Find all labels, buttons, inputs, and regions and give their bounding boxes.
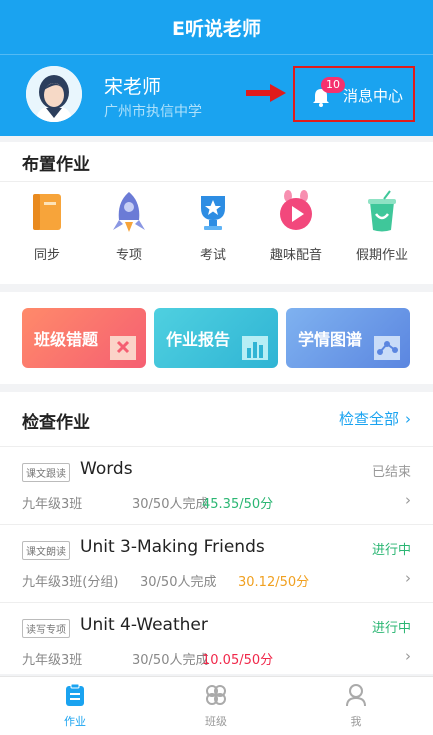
tab-label: 作业 xyxy=(64,715,86,728)
chevron-right-icon: › xyxy=(405,491,411,509)
assign-item-label: 趣味配音 xyxy=(269,248,322,263)
wrong-answers-icon xyxy=(110,336,136,360)
homework-type-tag: 读写专项 xyxy=(22,619,70,638)
section-title: 布置作业 xyxy=(22,155,90,175)
check-homework-section: 检查作业 检查全部 › 课文跟读 Words 已结束 九年级3班 30/50人完成… xyxy=(0,392,433,674)
homework-row[interactable]: 读写专项 Unit 4-Weather 进行中 九年级3班 30/50人完成 1… xyxy=(0,602,433,680)
homework-class: 九年级3班 xyxy=(22,653,83,668)
assign-item-label: 考试 xyxy=(199,248,226,263)
assign-item-label: 假期作业 xyxy=(355,248,408,263)
homework-type-tag: 课文跟读 xyxy=(22,463,70,482)
drink-icon xyxy=(368,190,396,232)
tab-homework[interactable]: 作业 xyxy=(35,681,115,733)
profile-icon xyxy=(346,684,366,707)
assign-item-holiday[interactable]: 假期作业 xyxy=(342,190,422,270)
view-all-label: 检查全部 xyxy=(338,410,399,428)
homework-title: Unit 3-Making Friends xyxy=(80,537,265,557)
homework-completion: 30/50人完成 xyxy=(132,497,209,512)
section-title: 检查作业 xyxy=(22,413,90,433)
tile-label: 学情图谱 xyxy=(298,330,363,349)
app-title: E听说老师 xyxy=(172,18,261,40)
tile-class-wrong-answers[interactable]: 班级错题 xyxy=(22,308,146,368)
tab-class[interactable]: 班级 xyxy=(176,681,256,733)
header: E听说老师 宋老师 广州市执信中学 10 消息中心 xyxy=(0,0,433,136)
tile-homework-report[interactable]: 作业报告 xyxy=(154,308,278,368)
book-icon xyxy=(33,194,61,230)
homework-class: 九年级3班 xyxy=(22,497,83,512)
homework-icon xyxy=(66,683,84,706)
report-chart-icon xyxy=(242,336,268,360)
play-icon xyxy=(280,190,312,230)
assign-item-dubbing[interactable]: 趣味配音 xyxy=(256,190,336,270)
graph-icon xyxy=(374,336,400,360)
message-center-button[interactable]: 10 消息中心 xyxy=(293,66,415,122)
message-count-badge: 10 xyxy=(321,77,345,93)
bottom-tab-bar: 作业 班级 我 xyxy=(0,676,433,735)
homework-row[interactable]: 课文跟读 Words 已结束 九年级3班 30/50人完成 45.35/50分 … xyxy=(0,446,433,524)
assign-item-label: 同步 xyxy=(33,248,60,263)
rocket-icon xyxy=(113,192,145,232)
tab-label: 班级 xyxy=(205,715,227,728)
homework-type-tag: 课文朗读 xyxy=(22,541,70,560)
assign-item-special[interactable]: 专项 xyxy=(89,190,169,270)
homework-status: 进行中 xyxy=(371,621,411,636)
teacher-avatar-icon xyxy=(26,66,82,122)
school-name: 广州市执信中学 xyxy=(104,104,202,120)
tab-label: 我 xyxy=(350,715,362,728)
header-divider xyxy=(0,54,433,55)
homework-score: 30.12/50分 xyxy=(238,575,310,590)
homework-title: Unit 4-Weather xyxy=(80,615,208,635)
chevron-right-icon: › xyxy=(405,569,411,587)
homework-row[interactable]: 课文朗读 Unit 3-Making Friends 进行中 九年级3班(分组)… xyxy=(0,524,433,602)
assign-homework-section: 布置作业 同步 专项 考试 趣味配音 假期作业 xyxy=(0,142,433,284)
tile-learning-graph[interactable]: 学情图谱 xyxy=(286,308,410,368)
tile-label: 作业报告 xyxy=(166,330,231,349)
divider xyxy=(0,181,433,182)
homework-score: 10.05/50分 xyxy=(202,653,274,668)
homework-class: 九年级3班(分组) xyxy=(22,575,119,590)
chevron-right-icon: › xyxy=(405,410,411,428)
chevron-right-icon: › xyxy=(405,647,411,665)
avatar[interactable] xyxy=(26,66,82,122)
assign-item-exam[interactable]: 考试 xyxy=(173,190,253,270)
homework-status: 进行中 xyxy=(371,543,411,558)
assign-item-sync[interactable]: 同步 xyxy=(7,190,87,270)
homework-title: Words xyxy=(80,459,133,479)
assign-item-label: 专项 xyxy=(115,248,142,263)
tile-label: 班级错题 xyxy=(34,330,99,349)
view-all-link[interactable]: 检查全部 › xyxy=(339,408,411,429)
teacher-name: 宋老师 xyxy=(104,76,162,98)
homework-status: 已结束 xyxy=(371,465,411,480)
tab-me[interactable]: 我 xyxy=(316,681,396,733)
homework-score: 45.35/50分 xyxy=(202,497,274,512)
feature-tiles: 班级错题 作业报告 学情图谱 xyxy=(0,292,433,384)
arrow-right-icon xyxy=(246,84,286,102)
message-center-label: 消息中心 xyxy=(343,87,404,105)
class-icon xyxy=(206,685,226,705)
homework-completion: 30/50人完成 xyxy=(132,653,209,668)
trophy-icon xyxy=(201,196,225,230)
homework-completion: 30/50人完成 xyxy=(140,575,217,590)
